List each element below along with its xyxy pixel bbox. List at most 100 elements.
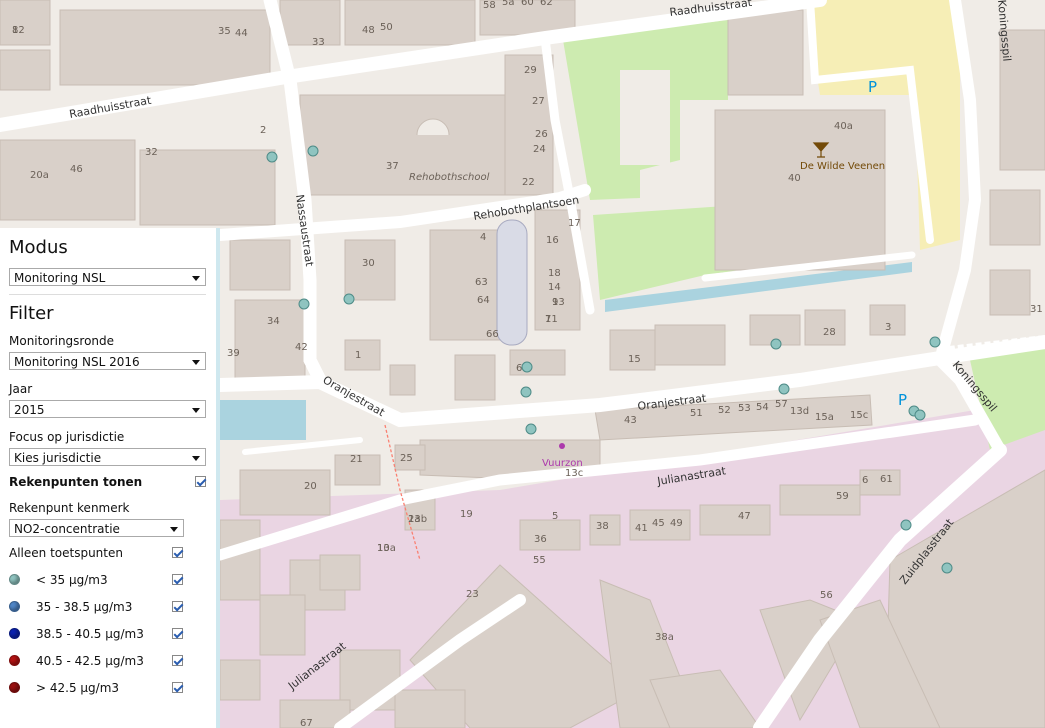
legend-label: < 35 µg/m3 [36,573,108,587]
legend-label: 38.5 - 40.5 µg/m3 [36,627,144,641]
legend-dot-icon [9,628,20,639]
measurement-point[interactable] [298,298,310,310]
house-number: 27 [532,96,545,107]
house-number: 5a [502,0,515,8]
chevron-down-icon [170,527,178,532]
toets-label: Alleen toetspunten [9,546,123,560]
house-number: 8 [12,25,18,36]
house-number: 67 [300,718,313,728]
rehobothplantsoen-ellipse [496,219,528,346]
house-number: 64 [477,295,490,306]
house-number: 33 [312,37,325,48]
house-number: 36 [534,534,547,545]
house-number: 46 [70,164,83,175]
measurement-point[interactable] [521,361,533,373]
house-number: 29 [524,65,537,76]
house-number: 38a [655,632,674,643]
kenmerk-label: Rekenpunt kenmerk [9,501,130,515]
house-number: 4 [480,232,486,243]
house-number: 9 [552,297,558,308]
house-number: 28 [823,327,836,338]
house-number: 50 [380,22,393,33]
kenmerk-select[interactable]: NO2-concentratie [9,519,184,537]
legend-row: 38.5 - 40.5 µg/m3 [9,626,206,653]
house-number: 24 [533,144,546,155]
legend-checkbox[interactable] [172,601,183,612]
house-number: 49 [670,518,683,529]
focus-select[interactable]: Kies jurisdictie [9,448,206,466]
legend-row: 35 - 38.5 µg/m3 [9,599,206,626]
house-number: 44 [235,28,248,39]
house-number: 30 [362,258,375,269]
house-number: 25 [400,453,413,464]
measurement-point[interactable] [307,145,319,157]
house-number: 16 [546,235,559,246]
toets-row: Alleen toetspunten [9,545,206,572]
house-number: 60 [521,0,534,8]
legend-dot-icon [9,655,20,666]
legend-row: > 42.5 µg/m3 [9,680,206,707]
house-number: 62 [540,0,553,8]
house-number: 52 [718,405,731,416]
kenmerk-select-value: NO2-concentratie [14,522,120,536]
house-number: 22 [522,177,535,188]
house-number: 32 [145,147,158,158]
legend-checkbox[interactable] [172,574,183,585]
filter-heading: Filter [9,303,54,324]
measurement-point[interactable] [343,293,355,305]
house-number: 13d [790,406,809,417]
divider [9,294,206,295]
house-number: 20 [304,481,317,492]
toggle-label: Rekenpunten tonen [9,475,143,489]
legend-label: 40.5 - 42.5 µg/m3 [36,654,144,668]
modus-select[interactable]: Monitoring NSL [9,268,206,286]
jaar-select[interactable]: 2015 [9,400,206,418]
house-number: 59 [836,491,849,502]
toets-checkbox[interactable] [172,547,183,558]
legend-checkbox[interactable] [172,628,183,639]
school-label: Rehobothschool [409,172,490,183]
house-number: 38 [596,521,609,532]
measurement-point[interactable] [520,386,532,398]
toggle-row: Rekenpunten tonen [9,474,206,501]
measurement-point[interactable] [770,338,782,350]
house-number: 18 [548,268,561,279]
house-number: 35 [218,26,231,37]
legend-dot-icon [9,682,20,693]
house-number: 54 [756,402,769,413]
focus-label: Focus op jurisdictie [9,430,125,444]
house-number: 13c [565,468,583,479]
school-wing [415,135,455,155]
house-number: 37 [386,161,399,172]
chevron-down-icon [192,456,200,461]
shop-icon[interactable] [559,443,565,449]
parking-icon: P [868,78,877,96]
legend-label: 35 - 38.5 µg/m3 [36,600,133,614]
house-number: 58 [483,0,496,11]
house-number: 21 [350,454,363,465]
chevron-down-icon [192,276,200,281]
measurement-point[interactable] [900,519,912,531]
house-number: 15 [628,354,641,365]
house-number: 66 [486,329,499,340]
ronde-select[interactable]: Monitoring NSL 2016 [9,352,206,370]
house-number: 41 [635,523,648,534]
house-number: 6 [862,475,868,486]
measurement-point[interactable] [778,383,790,395]
legend-checkbox[interactable] [172,655,183,666]
measurement-point[interactable] [929,336,941,348]
house-number: 3 [885,322,891,333]
house-number: 45 [652,518,665,529]
house-number: 17 [568,218,581,229]
focus-select-value: Kies jurisdictie [14,451,102,465]
measurement-point[interactable] [941,562,953,574]
legend-row: < 35 µg/m3 [9,572,206,599]
measurement-point[interactable] [914,409,926,421]
toggle-checkbox[interactable] [195,476,206,487]
pub-label: De Wilde Veenen [800,161,885,172]
measurement-point[interactable] [525,423,537,435]
legend-checkbox[interactable] [172,682,183,693]
house-number: 55 [533,555,546,566]
jaar-select-value: 2015 [14,403,45,417]
measurement-point[interactable] [266,151,278,163]
